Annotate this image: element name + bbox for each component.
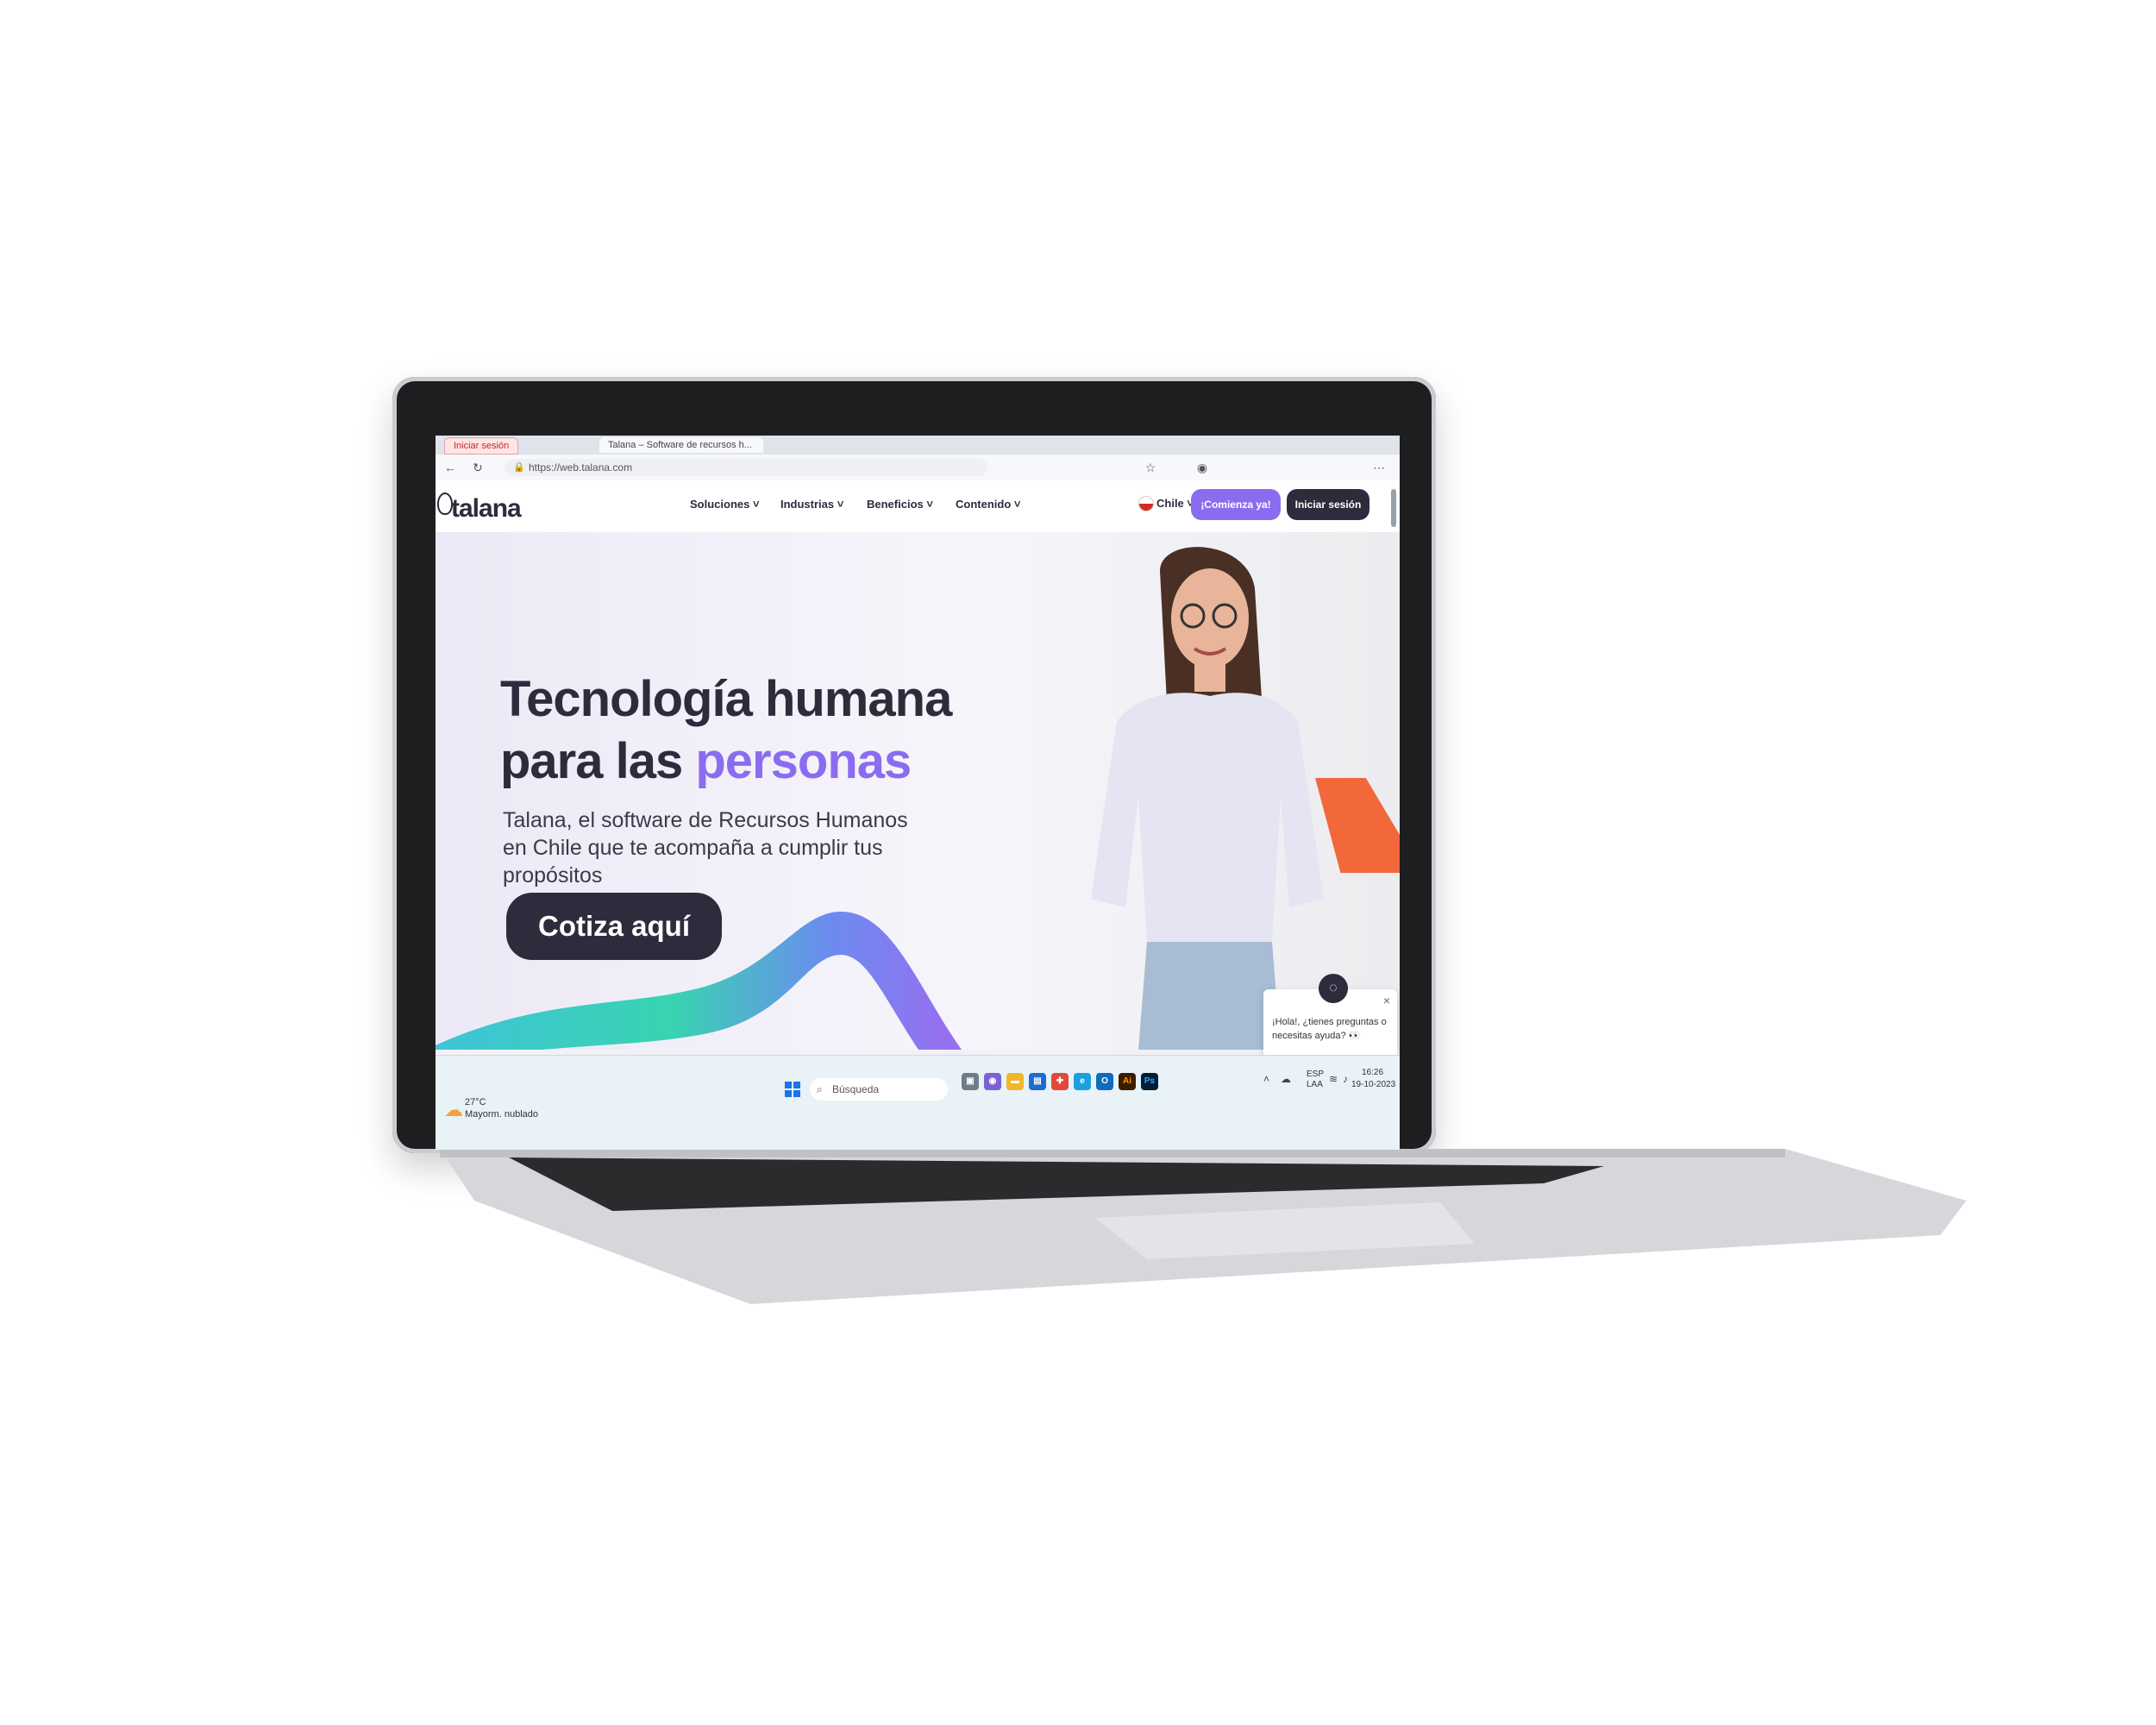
woman-photo [1091, 547, 1324, 1050]
clock-date[interactable]: 19-10-2023 [1351, 1080, 1395, 1089]
weather-description: Mayorm. nublado [465, 1109, 538, 1120]
cloud-sync-icon[interactable]: ☁ [1281, 1073, 1291, 1085]
hero-section: Tecnología humana para las personas Tala… [436, 532, 1400, 1139]
hero-subtitle: Talana, el software de Recursos Humanos … [503, 808, 908, 888]
cotiza-button[interactable]: Cotiza aquí [506, 893, 722, 960]
chat-message: ¡Hola!, ¿tienes preguntas o necesitas ay… [1272, 1017, 1387, 1041]
taskview-icon[interactable]: ▣ [962, 1073, 979, 1090]
clock-time[interactable]: 16:26 [1362, 1068, 1383, 1077]
outlook-icon[interactable]: O [1096, 1073, 1113, 1090]
menu-beneficios[interactable]: Beneficios ˅ [867, 498, 933, 511]
lock-icon: 🔒 [513, 462, 525, 473]
windows-taskbar: ☁ 27°C Mayorm. nublado ⌕ Búsqueda ▣ ◉ ▬ … [436, 1055, 1400, 1150]
tab-iniciar-sesion[interactable]: Iniciar sesión [444, 437, 519, 455]
star-icon[interactable]: ☆ [1143, 460, 1158, 475]
more-icon[interactable]: ⋯ [1371, 460, 1387, 475]
close-icon[interactable]: × [1383, 994, 1390, 1007]
chat-popup: ◌ × ¡Hola!, ¿tienes preguntas o necesita… [1263, 974, 1397, 1065]
menu-soluciones[interactable]: Soluciones ˅ [690, 498, 760, 511]
weather-cloud-icon: ☁ [444, 1099, 463, 1120]
back-icon[interactable]: ← [442, 460, 458, 475]
hero-title-line1: Tecnología humana [500, 671, 952, 727]
illustrator-icon[interactable]: Ai [1119, 1073, 1136, 1090]
gift-icon[interactable]: ✚ [1051, 1073, 1069, 1090]
tab-talana[interactable]: Talana – Software de recursos h... [599, 437, 763, 453]
search-placeholder: Búsqueda [832, 1083, 880, 1095]
tray-chevron-icon[interactable]: ˄ [1263, 1073, 1269, 1085]
folder-icon[interactable]: ▬ [1006, 1073, 1024, 1090]
screen: Iniciar sesión Talana – Software de recu… [436, 436, 1400, 1150]
scrollbar[interactable] [1391, 489, 1396, 527]
chat-app-icon[interactable]: ◉ [984, 1073, 1001, 1090]
photoshop-icon[interactable]: Ps [1141, 1073, 1158, 1090]
laptop-base [440, 1149, 1966, 1304]
hero-title-line2: para las personas [500, 732, 912, 790]
hero-title-accent: personas [695, 733, 912, 789]
iniciar-sesion-button[interactable]: Iniciar sesión [1287, 489, 1369, 520]
country-selector[interactable]: Chile ˅ [1156, 497, 1194, 510]
edge-icon[interactable]: e [1074, 1073, 1091, 1090]
comienza-ya-button[interactable]: ¡Comienza ya! [1191, 489, 1281, 520]
reload-icon[interactable]: ↻ [470, 460, 486, 475]
store-icon[interactable]: ▤ [1029, 1073, 1046, 1090]
language-code[interactable]: ESP [1307, 1070, 1324, 1079]
menu-industrias[interactable]: Industrias ˅ [780, 498, 843, 511]
logo[interactable]: talana [451, 494, 522, 524]
chile-flag-icon [1138, 496, 1154, 511]
menu-contenido[interactable]: Contenido ˅ [956, 498, 1020, 511]
extension-icon[interactable]: ◉ [1194, 460, 1210, 475]
address-bar: ← ↻ 🔒 https://web.talana.com ☆ ◉ ⋯ [436, 455, 1400, 481]
windows-start-icon[interactable] [785, 1082, 800, 1097]
weather-temperature: 27°C [465, 1097, 486, 1107]
browser-tab-bar: Iniciar sesión Talana – Software de recu… [436, 436, 1400, 455]
volume-icon[interactable]: ♪ [1343, 1073, 1348, 1085]
hero-title-prefix: para las [500, 733, 696, 789]
search-icon: ⌕ [817, 1083, 823, 1095]
url-text: https://web.talana.com [529, 461, 633, 474]
wifi-icon[interactable]: ≋ [1329, 1073, 1338, 1085]
url-field[interactable]: 🔒 https://web.talana.com [505, 459, 987, 476]
balloon-logo-icon: ◌ [1319, 974, 1348, 1003]
taskbar-search[interactable]: ⌕ Búsqueda [810, 1078, 948, 1101]
laptop-mockup-scene: Iniciar sesión Talana – Software de recu… [0, 0, 2156, 1725]
language-layout[interactable]: LAA [1307, 1080, 1323, 1089]
site-header: talana Soluciones ˅ Industrias ˅ Benefic… [436, 480, 1400, 532]
